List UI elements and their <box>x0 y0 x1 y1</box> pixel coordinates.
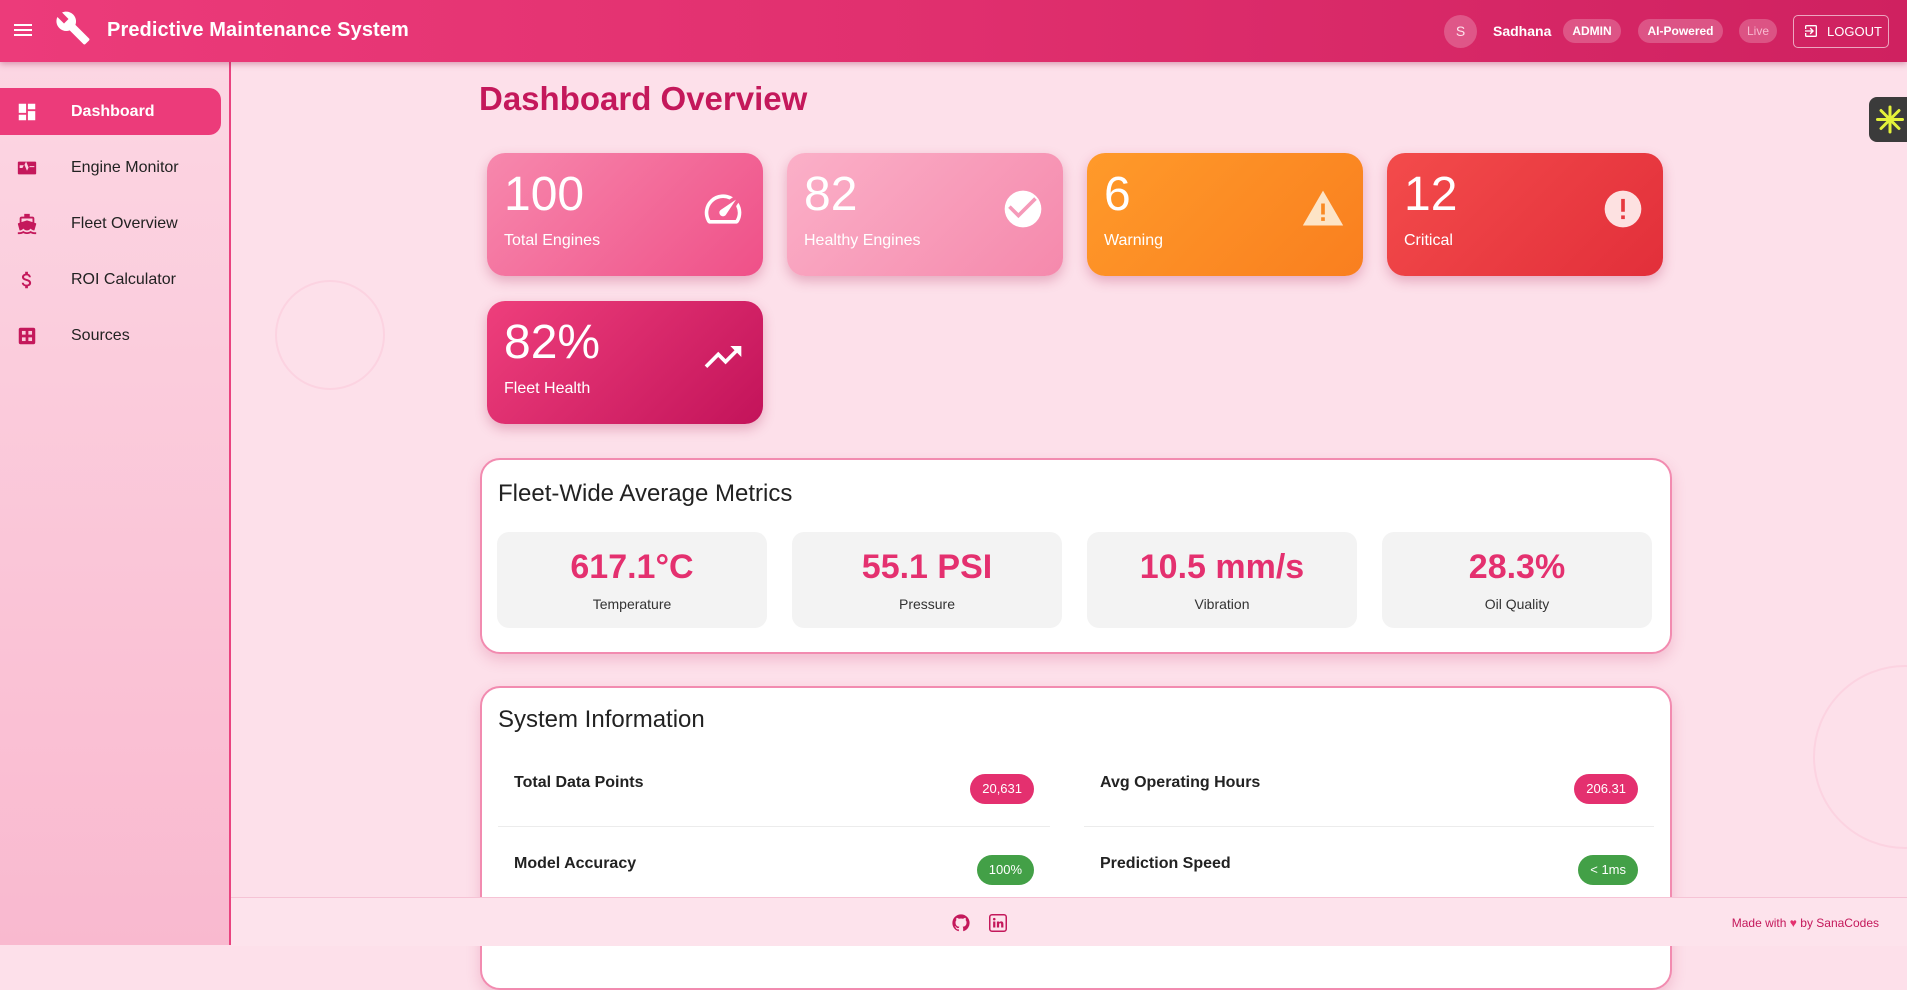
github-icon[interactable] <box>952 914 970 937</box>
stat-label: Fleet Health <box>504 380 591 397</box>
metric-oil-quality: 28.3% Oil Quality <box>1382 532 1652 628</box>
menu-icon[interactable] <box>12 19 34 41</box>
ai-badge: AI-Powered <box>1638 19 1723 43</box>
sidebar-item-label: Dashboard <box>71 103 155 120</box>
decorative-circle <box>1813 665 1907 849</box>
linkedin-icon[interactable] <box>989 914 1007 937</box>
logout-label: LOGOUT <box>1827 24 1882 39</box>
metrics-panel-title: Fleet-Wide Average Metrics <box>498 480 793 507</box>
metric-label: Oil Quality <box>1484 596 1550 612</box>
metric-vibration: 10.5 mm/s Vibration <box>1087 532 1357 628</box>
trending-up-icon <box>701 335 745 379</box>
heart-icon: ♥ <box>1789 916 1797 930</box>
info-label: Avg Operating Hours <box>1100 774 1261 791</box>
info-label: Prediction Speed <box>1100 855 1231 872</box>
extension-tab[interactable] <box>1869 97 1907 142</box>
sidebar-item-label: Sources <box>71 327 130 344</box>
stat-card-fleet-health: 82% Fleet Health <box>487 301 763 424</box>
error-icon <box>1601 187 1645 231</box>
decorative-circle <box>275 280 385 390</box>
stat-value: 82% <box>504 316 601 369</box>
sidebar-item-roi-calculator[interactable]: ROI Calculator <box>0 256 221 303</box>
stat-value: 100 <box>504 168 585 221</box>
info-badge: 20,631 <box>970 774 1034 804</box>
stat-value: 82 <box>804 168 858 221</box>
sidebar-item-engine-monitor[interactable]: Engine Monitor <box>0 144 221 191</box>
dollar-icon <box>16 269 38 291</box>
info-badge: 100% <box>976 855 1034 885</box>
wrench-icon <box>55 10 91 46</box>
ship-icon <box>16 213 38 235</box>
stat-label: Warning <box>1104 232 1163 249</box>
username: Sadhana <box>1493 23 1552 39</box>
stat-label: Critical <box>1404 232 1453 249</box>
author-label: by SanaCodes <box>1800 916 1879 930</box>
sidebar-item-label: Fleet Overview <box>71 215 178 232</box>
metric-temperature: 617.1°C Temperature <box>497 532 767 628</box>
metric-value: 10.5 mm/s <box>1139 548 1305 586</box>
metric-label: Pressure <box>898 596 956 612</box>
metrics-panel: Fleet-Wide Average Metrics 617.1°C Tempe… <box>480 458 1672 654</box>
warning-icon <box>1301 187 1345 231</box>
metric-value: 55.1 PSI <box>861 548 993 586</box>
stat-value: 6 <box>1104 168 1131 221</box>
avatar[interactable]: S <box>1444 15 1477 48</box>
apps-icon <box>16 325 38 347</box>
stat-card-warning: 6 Warning <box>1087 153 1363 276</box>
system-info-title: System Information <box>498 706 705 733</box>
dashboard-icon <box>16 101 38 123</box>
app-title: Predictive Maintenance System <box>107 19 409 41</box>
live-badge: Live <box>1739 19 1777 43</box>
metric-value: 617.1°C <box>570 548 694 586</box>
info-row-prediction-speed: Prediction Speed < 1ms <box>1084 827 1654 908</box>
speedometer-icon <box>701 187 745 231</box>
sidebar-item-fleet-overview[interactable]: Fleet Overview <box>0 200 221 247</box>
metric-pressure: 55.1 PSI Pressure <box>792 532 1062 628</box>
info-badge: < 1ms <box>1578 855 1638 885</box>
sidebar-item-sources[interactable]: Sources <box>0 312 221 359</box>
sidebar: Dashboard Engine Monitor Fleet Overview … <box>0 62 231 945</box>
metric-label: Temperature <box>592 596 672 612</box>
info-label: Model Accuracy <box>514 855 637 872</box>
metric-label: Vibration <box>1194 596 1250 612</box>
made-with-text: Made with ♥ by SanaCodes <box>1732 916 1879 930</box>
sidebar-item-label: ROI Calculator <box>71 271 176 288</box>
stat-card-healthy-engines: 82 Healthy Engines <box>787 153 1063 276</box>
info-row-model-accuracy: Model Accuracy 100% <box>498 827 1050 908</box>
stat-value: 12 <box>1404 168 1458 221</box>
logout-button[interactable]: LOGOUT <box>1793 15 1889 48</box>
stat-card-critical: 12 Critical <box>1387 153 1663 276</box>
sparkle-icon <box>1876 105 1904 134</box>
info-row-total-data-points: Total Data Points 20,631 <box>498 746 1050 827</box>
check-circle-icon <box>1001 187 1045 231</box>
monitor-heart-icon <box>16 157 38 179</box>
stat-label: Total Engines <box>504 232 601 249</box>
info-row-avg-operating-hours: Avg Operating Hours 206.31 <box>1084 746 1654 827</box>
page-title: Dashboard Overview <box>479 80 808 117</box>
info-label: Total Data Points <box>514 774 644 791</box>
footer: Made with ♥ by SanaCodes <box>231 897 1907 946</box>
info-badge: 206.31 <box>1574 774 1638 804</box>
sidebar-item-label: Engine Monitor <box>71 159 179 176</box>
sidebar-item-dashboard[interactable]: Dashboard <box>0 88 221 135</box>
stat-label: Healthy Engines <box>804 232 921 249</box>
app-header: Predictive Maintenance System S Sadhana … <box>0 0 1907 62</box>
logout-icon <box>1805 25 1817 37</box>
stat-card-total-engines: 100 Total Engines <box>487 153 763 276</box>
role-badge: ADMIN <box>1563 19 1621 43</box>
metric-value: 28.3% <box>1468 548 1566 586</box>
made-with-label: Made with <box>1731 916 1787 930</box>
